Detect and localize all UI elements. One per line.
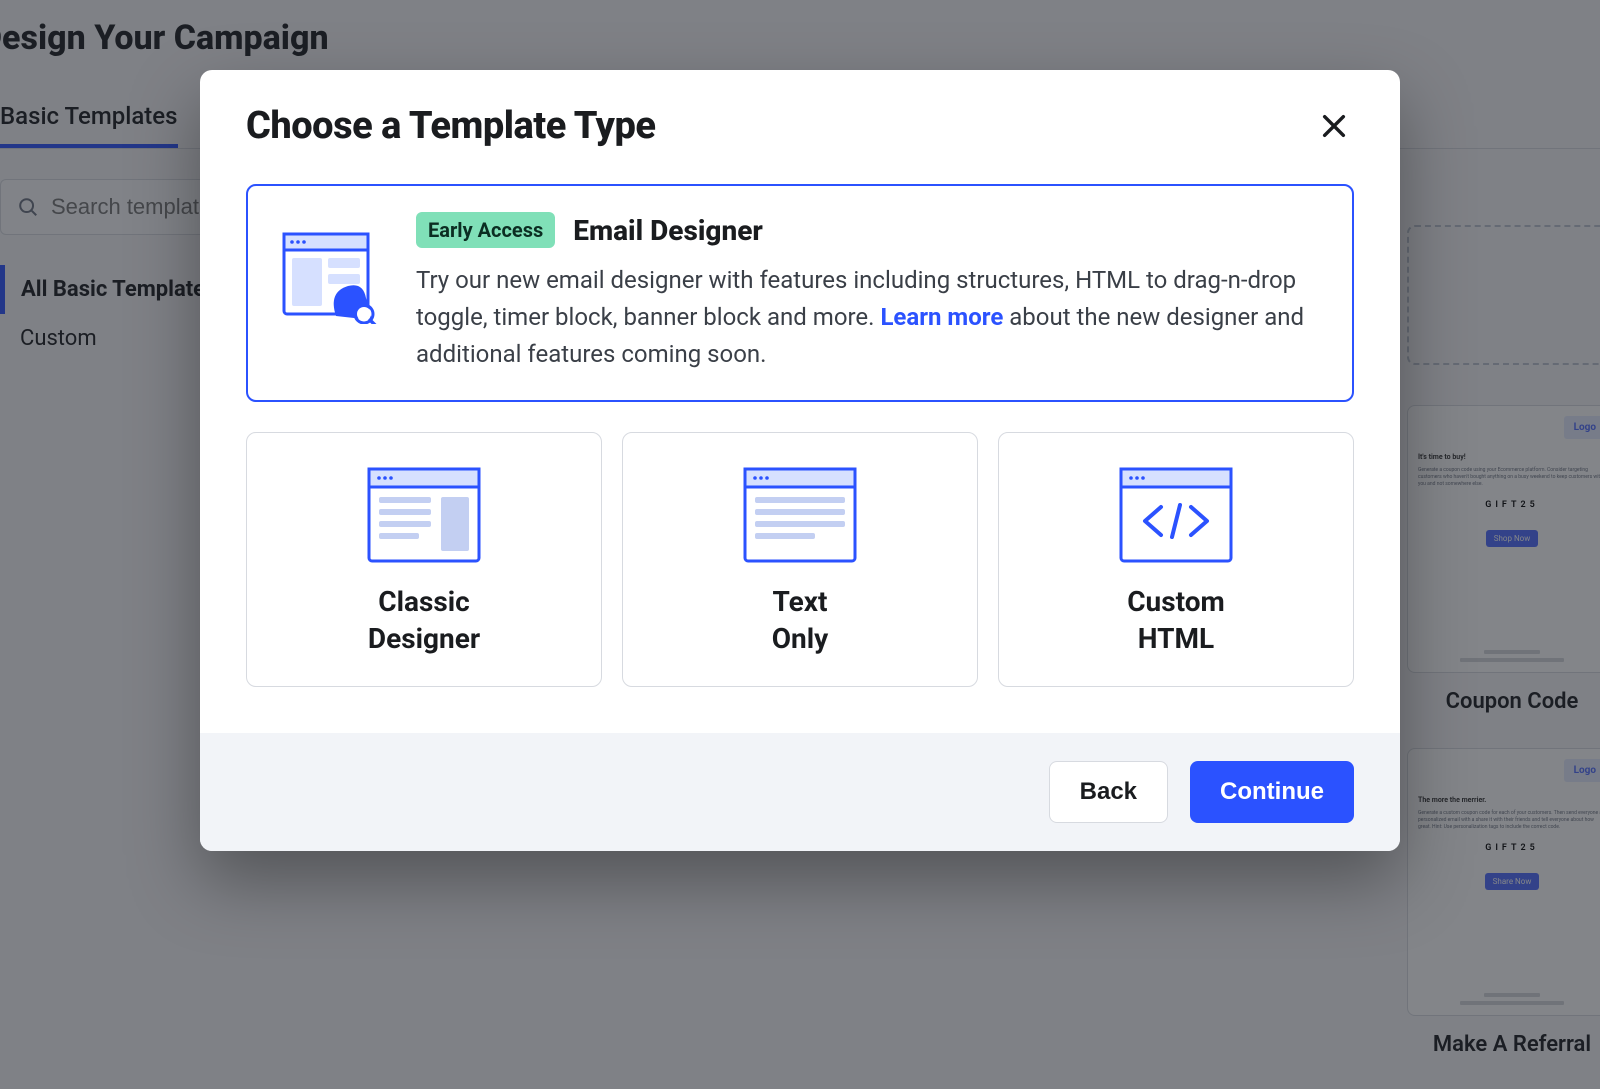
option-title: Classic Designer: [368, 583, 480, 659]
option-title: Text Only: [772, 583, 829, 659]
early-access-badge: Early Access: [416, 212, 555, 248]
layout-icon: [365, 465, 483, 565]
choose-template-modal: Choose a Template Type: [200, 70, 1400, 851]
continue-button[interactable]: Continue: [1190, 761, 1354, 823]
back-button[interactable]: Back: [1049, 761, 1168, 823]
modal-footer: Back Continue: [200, 733, 1400, 851]
option-description: Try our new email designer with features…: [416, 262, 1322, 374]
code-icon: [1117, 465, 1235, 565]
close-icon: [1318, 110, 1350, 142]
option-custom-html[interactable]: Custom HTML: [998, 432, 1354, 688]
email-designer-icon: [278, 224, 378, 324]
option-email-designer[interactable]: Early Access Email Designer Try our new …: [246, 184, 1354, 402]
option-title: Custom HTML: [1127, 583, 1225, 659]
modal-title: Choose a Template Type: [246, 104, 655, 148]
modal-overlay: Choose a Template Type: [0, 0, 1600, 1089]
text-icon: [741, 465, 859, 565]
option-classic-designer[interactable]: Classic Designer: [246, 432, 602, 688]
close-button[interactable]: [1314, 106, 1354, 146]
option-text-only[interactable]: Text Only: [622, 432, 978, 688]
learn-more-link[interactable]: Learn more: [880, 303, 1003, 331]
option-title: Email Designer: [573, 214, 763, 247]
